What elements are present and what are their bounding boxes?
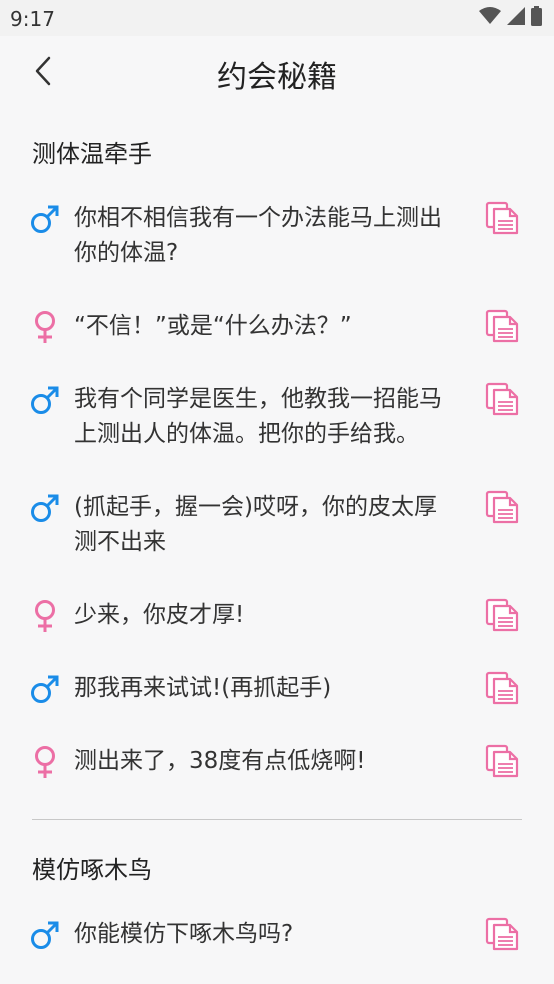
copy-button[interactable] xyxy=(485,598,519,632)
female-icon xyxy=(30,599,60,633)
dialogue-line: 少来，你皮才厚! xyxy=(0,598,554,633)
copy-button[interactable] xyxy=(485,917,519,951)
male-icon xyxy=(30,385,60,419)
battery-icon xyxy=(531,6,542,26)
dialogue-text: (抓起手，握一会)哎呀，你的皮太厚测不出来 xyxy=(74,494,437,555)
copy-icon xyxy=(485,201,519,235)
dialogue-line: “不信！”或是“什么办法？” xyxy=(0,309,554,344)
dialogue-text: “不信！”或是“什么办法？” xyxy=(74,313,352,339)
app-bar: 约会秘籍 xyxy=(0,36,554,110)
dialogue-line: 我有个同学是医生，他教我一招能马上测出人的体温。把你的手给我。 xyxy=(0,382,554,452)
female-icon xyxy=(30,745,60,779)
male-icon xyxy=(30,493,60,527)
copy-button[interactable] xyxy=(485,309,519,343)
copy-icon xyxy=(485,382,519,416)
copy-icon xyxy=(485,744,519,778)
dialogue-text: 少来，你皮才厚! xyxy=(74,602,245,628)
dialogue-text: 我有个同学是医生，他教我一招能马上测出人的体温。把你的手给我。 xyxy=(74,386,442,447)
female-icon xyxy=(30,310,60,344)
copy-button[interactable] xyxy=(485,671,519,705)
page-title: 约会秘籍 xyxy=(217,60,337,95)
wifi-icon xyxy=(479,7,501,24)
copy-button[interactable] xyxy=(485,201,519,235)
copy-icon xyxy=(485,598,519,632)
dialogue-line: 那我再来试试!(再抓起手) xyxy=(0,671,554,706)
section-title: 测体温牵手 xyxy=(32,140,152,168)
dialogue-text: 那我再来试试!(再抓起手) xyxy=(74,675,332,701)
section-title: 模仿啄木鸟 xyxy=(32,856,152,884)
male-icon xyxy=(30,204,60,238)
dialogue-text: 你相不相信我有一个办法能马上测出你的体温? xyxy=(74,205,442,266)
copy-icon xyxy=(485,917,519,951)
signal-icon xyxy=(507,7,525,25)
copy-button[interactable] xyxy=(485,744,519,778)
dialogue-line: (抓起手，握一会)哎呀，你的皮太厚测不出来 xyxy=(0,490,554,560)
status-bar: 9:17 xyxy=(0,0,554,36)
dialogue-line: 你相不相信我有一个办法能马上测出你的体温? xyxy=(0,201,554,271)
status-icons xyxy=(479,6,542,26)
status-time: 9:17 xyxy=(10,7,55,31)
male-icon xyxy=(30,674,60,708)
dialogue-text: 测出来了，38度有点低烧啊! xyxy=(74,748,366,774)
copy-icon xyxy=(485,309,519,343)
copy-icon xyxy=(485,671,519,705)
copy-icon xyxy=(485,490,519,524)
dialogue-line: 你能模仿下啄木鸟吗? xyxy=(0,917,554,952)
section-divider xyxy=(32,819,522,820)
copy-button[interactable] xyxy=(485,382,519,416)
dialogue-text: 你能模仿下啄木鸟吗? xyxy=(74,921,294,947)
dialogue-line: 测出来了，38度有点低烧啊! xyxy=(0,744,554,779)
copy-button[interactable] xyxy=(485,490,519,524)
male-icon xyxy=(30,920,60,954)
content-list[interactable]: 测体温牵手你相不相信我有一个办法能马上测出你的体温? “不信！”或是“什么办法？”… xyxy=(0,110,554,952)
